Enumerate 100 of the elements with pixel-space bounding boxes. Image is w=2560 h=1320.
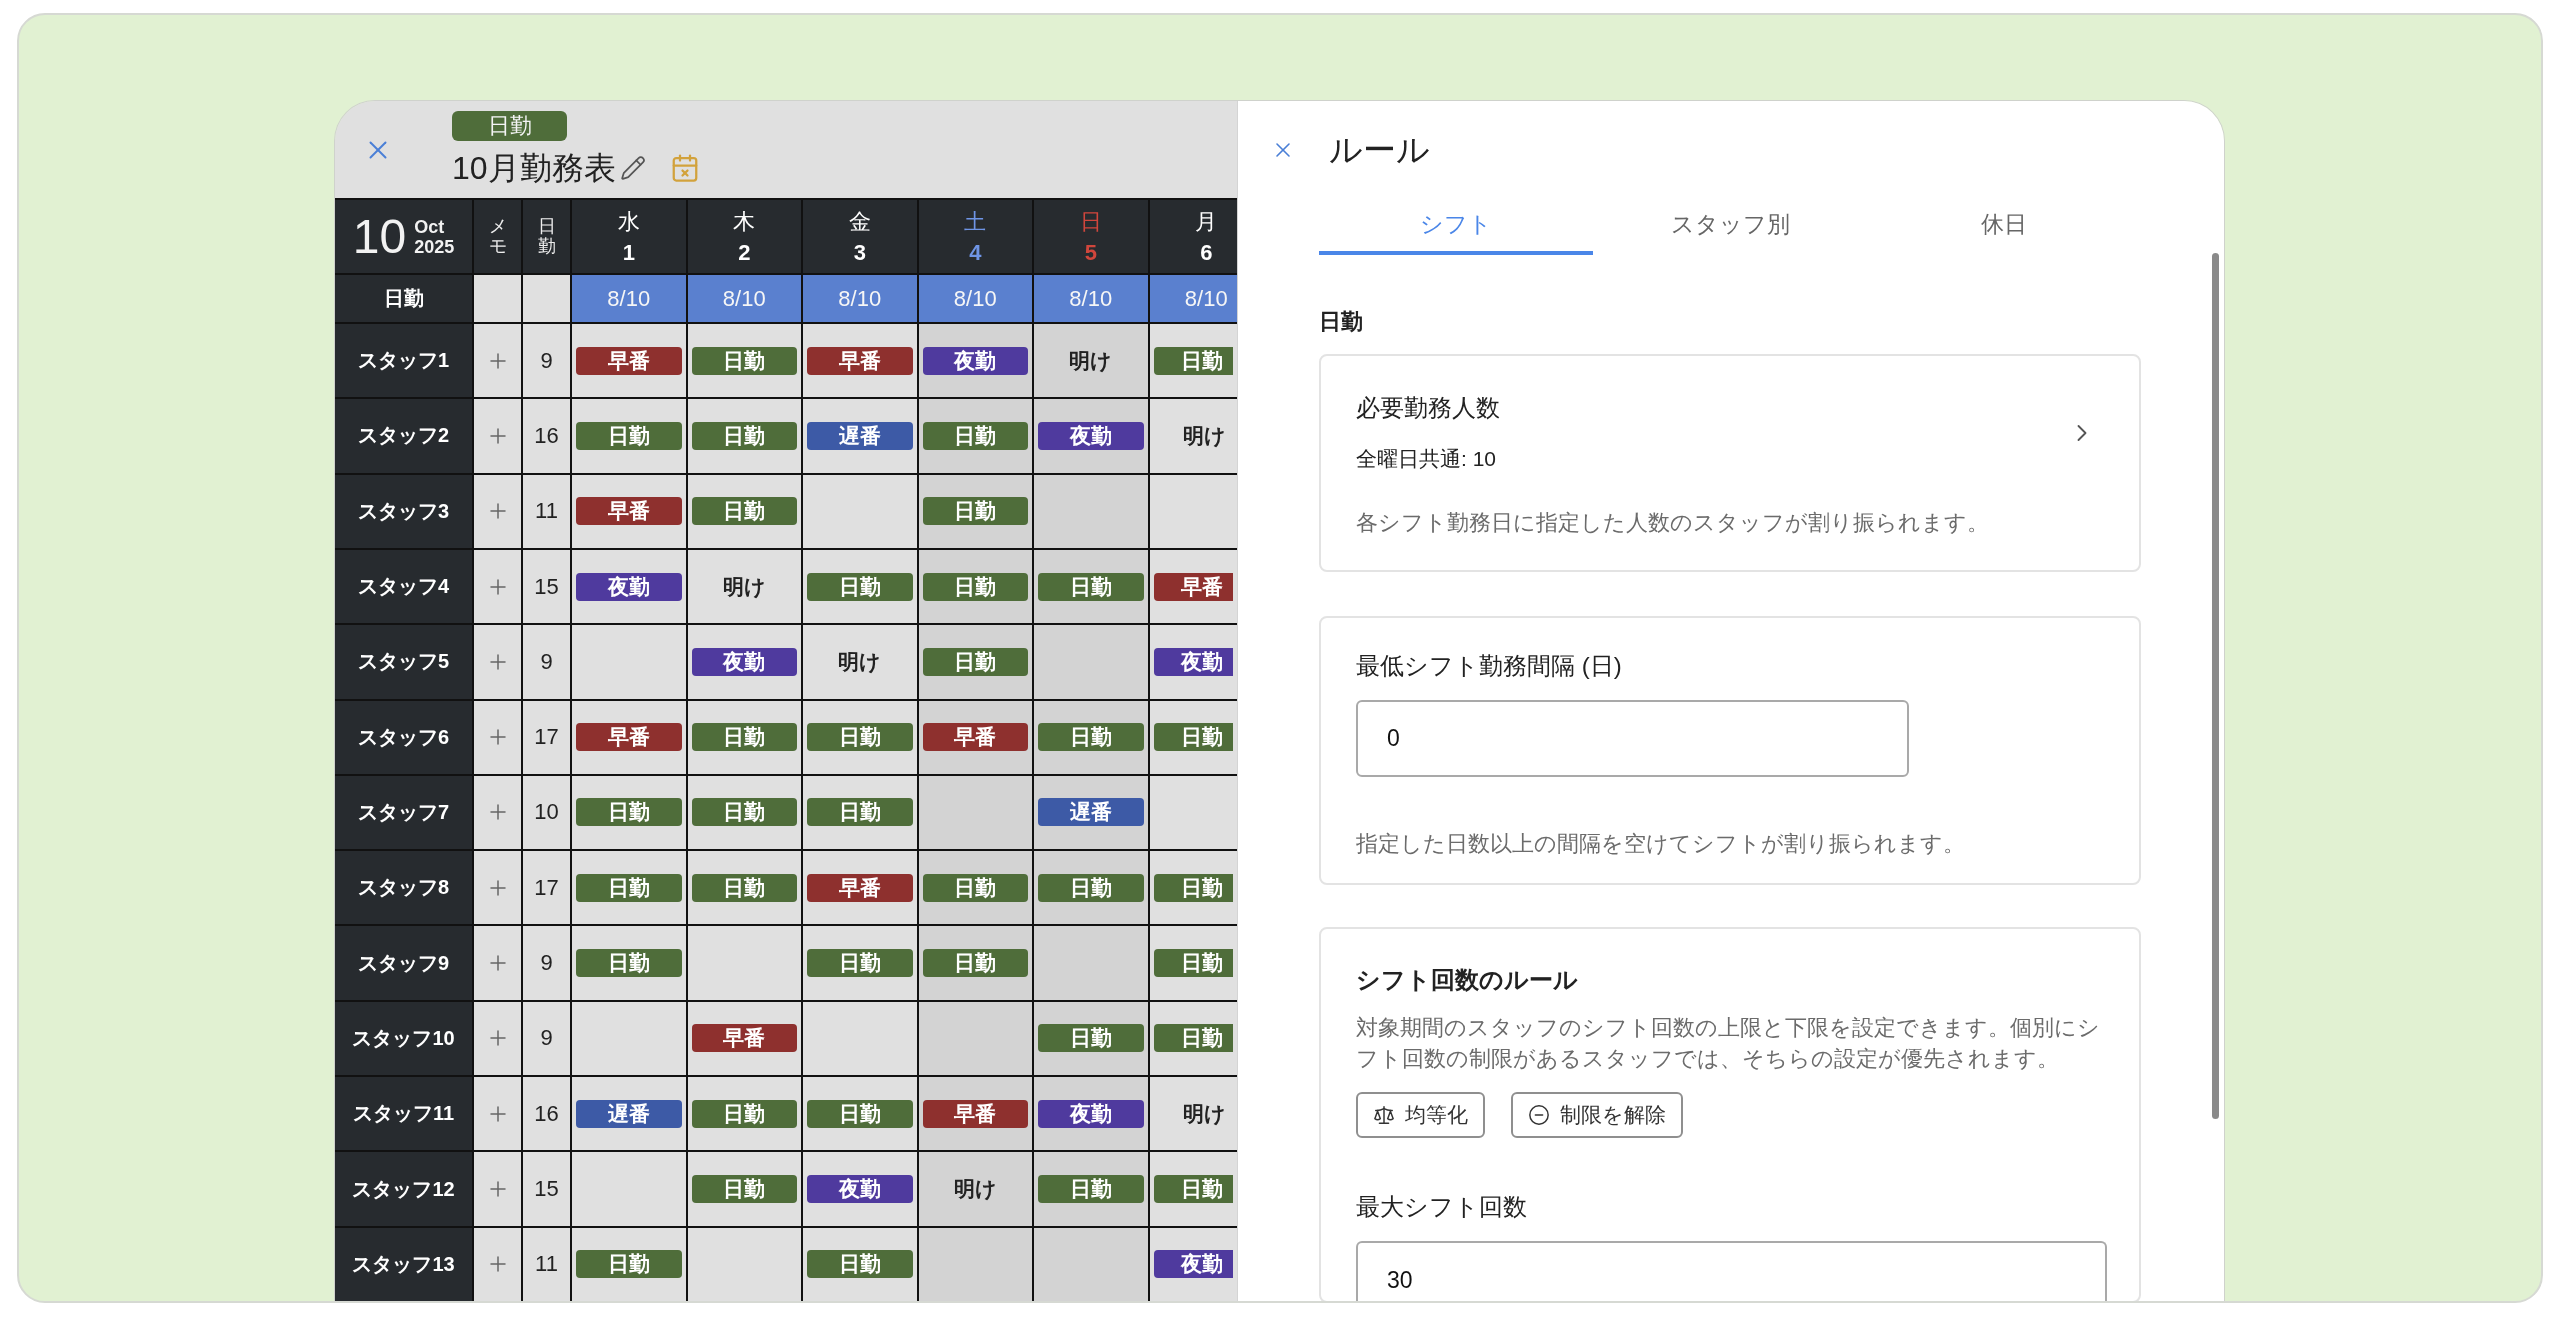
schedule-cell[interactable] xyxy=(803,1001,917,1076)
schedule-cell[interactable]: 日勤 xyxy=(1149,926,1237,1000)
rule-card[interactable]: 必要勤務人数 全曜日共通: 10 各シフト勤務日に指定した人数のスタッフが割り振られます。 xyxy=(1319,354,2141,572)
schedule-cell[interactable] xyxy=(1034,625,1148,699)
schedule-cell[interactable]: 日勤 xyxy=(1034,700,1148,774)
scrollbar-thumb[interactable] xyxy=(2212,253,2219,1119)
schedule-cell[interactable]: 日勤 xyxy=(803,926,917,1000)
schedule-cell[interactable]: 明け xyxy=(1149,1077,1237,1151)
schedule-cell[interactable]: 早番 xyxy=(1149,549,1237,624)
staff-name[interactable]: スタッフ13 xyxy=(335,1227,472,1301)
schedule-cell[interactable]: 夜勤 xyxy=(918,324,1032,398)
schedule-cell[interactable] xyxy=(572,1152,686,1226)
schedule-cell[interactable]: 日勤 xyxy=(687,324,801,398)
staff-name[interactable]: スタッフ3 xyxy=(335,474,472,548)
schedule-cell[interactable] xyxy=(1149,775,1237,850)
schedule-cell[interactable] xyxy=(918,1001,1032,1076)
schedule-cell[interactable]: 日勤 xyxy=(687,474,801,548)
schedule-cell[interactable]: 早番 xyxy=(572,324,686,398)
schedule-cell[interactable]: 遅番 xyxy=(1034,775,1148,850)
schedule-cell[interactable]: 日勤 xyxy=(687,775,801,850)
schedule-cell[interactable]: 日勤 xyxy=(572,926,686,1000)
schedule-cell[interactable]: 夜勤 xyxy=(572,549,686,624)
tab[interactable]: スタッフ別 xyxy=(1593,198,1867,255)
schedule-cell[interactable]: 日勤 xyxy=(803,1077,917,1151)
schedule-cell[interactable]: 日勤 xyxy=(687,1077,801,1151)
schedule-cell[interactable]: 明け xyxy=(1034,324,1148,398)
schedule-cell[interactable] xyxy=(1034,926,1148,1000)
schedule-cell[interactable]: 日勤 xyxy=(803,549,917,624)
schedule-cell[interactable]: 明け xyxy=(687,549,801,624)
schedule-cell[interactable] xyxy=(687,1227,801,1301)
schedule-cell[interactable]: 日勤 xyxy=(1034,549,1148,624)
schedule-cell[interactable] xyxy=(572,625,686,699)
schedule-cell[interactable]: 日勤 xyxy=(918,851,1032,925)
schedule-cell[interactable]: 夜勤 xyxy=(1149,625,1237,699)
staff-name[interactable]: スタッフ7 xyxy=(335,775,472,850)
staff-name[interactable]: スタッフ6 xyxy=(335,700,472,774)
schedule-cell[interactable]: 日勤 xyxy=(918,926,1032,1000)
staff-name[interactable]: スタッフ9 xyxy=(335,926,472,1000)
schedule-cell[interactable]: 夜勤 xyxy=(1034,399,1148,473)
schedule-cell[interactable]: 日勤 xyxy=(918,399,1032,473)
schedule-cell[interactable] xyxy=(687,926,801,1000)
schedule-cell[interactable]: 遅番 xyxy=(803,399,917,473)
schedule-cell[interactable]: 遅番 xyxy=(572,1077,686,1151)
schedule-cell[interactable] xyxy=(1034,474,1148,548)
input-field[interactable]: 0 xyxy=(1356,700,1909,777)
schedule-cell[interactable]: 早番 xyxy=(572,700,686,774)
schedule-cell[interactable]: 早番 xyxy=(918,700,1032,774)
staff-name[interactable]: スタッフ11 xyxy=(335,1077,472,1151)
schedule-cell[interactable]: 日勤 xyxy=(1149,324,1237,398)
staff-name[interactable]: スタッフ12 xyxy=(335,1152,472,1226)
schedule-cell[interactable] xyxy=(918,775,1032,850)
staff-name[interactable]: スタッフ5 xyxy=(335,625,472,699)
schedule-cell[interactable]: 日勤 xyxy=(1149,700,1237,774)
pencil-icon[interactable] xyxy=(619,155,646,181)
schedule-cell[interactable]: 早番 xyxy=(803,324,917,398)
schedule-cell[interactable]: 日勤 xyxy=(1034,1001,1148,1076)
staff-name[interactable]: スタッフ8 xyxy=(335,851,472,925)
schedule-cell[interactable]: 日勤 xyxy=(803,775,917,850)
schedule-cell[interactable]: 日勤 xyxy=(918,549,1032,624)
schedule-cell[interactable]: 日勤 xyxy=(572,1227,686,1301)
schedule-cell[interactable] xyxy=(572,1001,686,1076)
tab[interactable]: シフト xyxy=(1319,198,1593,255)
staff-name[interactable]: スタッフ1 xyxy=(335,324,472,398)
schedule-cell[interactable]: 日勤 xyxy=(687,851,801,925)
schedule-cell[interactable]: 早番 xyxy=(803,851,917,925)
schedule-cell[interactable]: 日勤 xyxy=(803,1227,917,1301)
schedule-cell[interactable]: 明け xyxy=(803,625,917,699)
schedule-cell[interactable]: 夜勤 xyxy=(1149,1227,1237,1301)
schedule-cell[interactable]: 日勤 xyxy=(687,1152,801,1226)
schedule-cell[interactable]: 早番 xyxy=(687,1001,801,1076)
input-field[interactable]: 30 xyxy=(1356,1241,2107,1301)
schedule-cell[interactable]: 明け xyxy=(1149,399,1237,473)
schedule-cell[interactable]: 日勤 xyxy=(1034,1152,1148,1226)
schedule-cell[interactable]: 日勤 xyxy=(1149,851,1237,925)
outline-button[interactable]: 均等化 xyxy=(1356,1092,1485,1138)
schedule-cell[interactable]: 日勤 xyxy=(1034,851,1148,925)
schedule-cell[interactable] xyxy=(803,474,917,548)
staff-name[interactable]: スタッフ4 xyxy=(335,549,472,624)
schedule-cell[interactable]: 早番 xyxy=(572,474,686,548)
schedule-cell[interactable] xyxy=(918,1227,1032,1301)
staff-name[interactable]: スタッフ10 xyxy=(335,1001,472,1076)
schedule-cell[interactable]: 夜勤 xyxy=(687,625,801,699)
schedule-cell[interactable]: 日勤 xyxy=(918,625,1032,699)
schedule-cell[interactable]: 日勤 xyxy=(918,474,1032,548)
schedule-cell[interactable]: 夜勤 xyxy=(1034,1077,1148,1151)
outline-button[interactable]: 制限を解除 xyxy=(1511,1092,1683,1138)
schedule-cell[interactable] xyxy=(1149,474,1237,548)
schedule-cell[interactable]: 日勤 xyxy=(572,851,686,925)
schedule-cell[interactable]: 日勤 xyxy=(1149,1152,1237,1226)
schedule-cell[interactable]: 日勤 xyxy=(572,399,686,473)
tab[interactable]: 休日 xyxy=(1867,198,2141,255)
schedule-cell[interactable]: 日勤 xyxy=(687,399,801,473)
schedule-cell[interactable] xyxy=(1034,1227,1148,1301)
schedule-cell[interactable]: 日勤 xyxy=(572,775,686,850)
schedule-cell[interactable]: 明け xyxy=(918,1152,1032,1226)
schedule-cell[interactable]: 日勤 xyxy=(803,700,917,774)
schedule-cell[interactable]: 日勤 xyxy=(1149,1001,1237,1076)
schedule-cell[interactable]: 夜勤 xyxy=(803,1152,917,1226)
staff-name[interactable]: スタッフ2 xyxy=(335,399,472,473)
schedule-cell[interactable]: 早番 xyxy=(918,1077,1032,1151)
